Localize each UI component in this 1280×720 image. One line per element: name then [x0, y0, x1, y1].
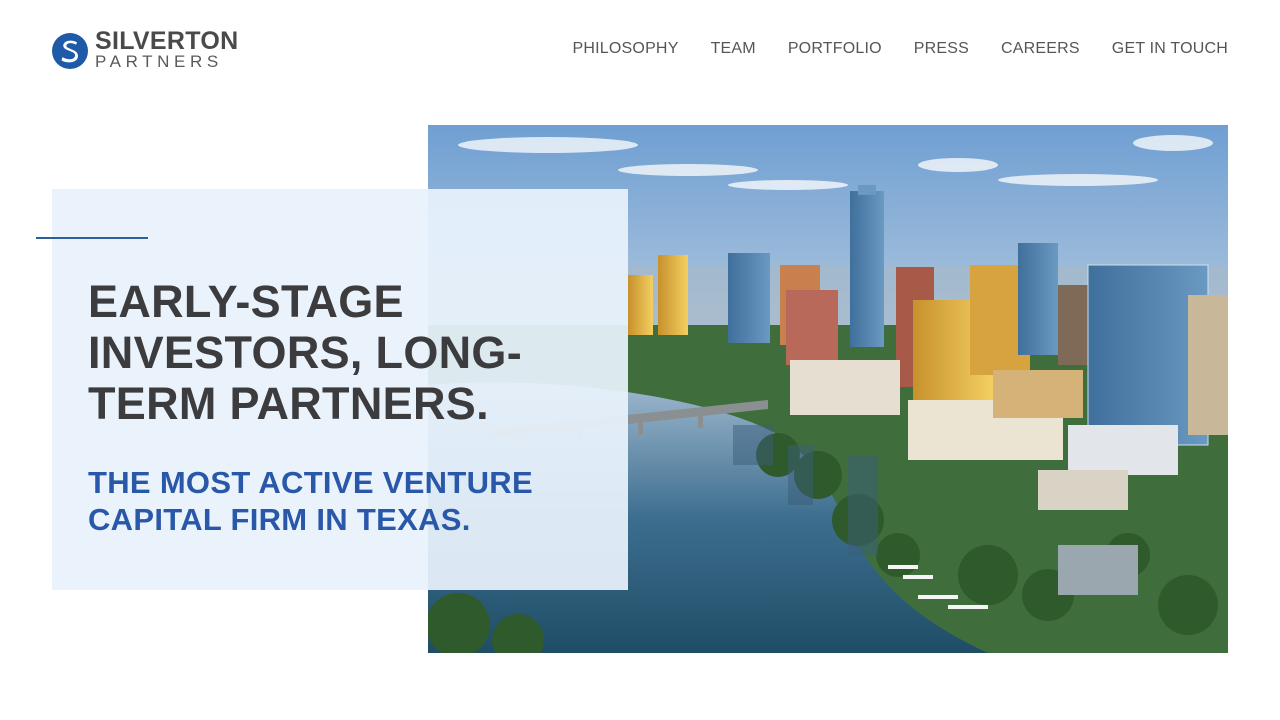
site-header: SILVERTON PARTNERS PHILOSOPHY TEAM PORTF…	[0, 0, 1280, 100]
nav-link-team[interactable]: TEAM	[711, 38, 756, 60]
brand-name-top: SILVERTON	[95, 27, 239, 55]
hero-headline: EARLY-STAGE INVESTORS, LONG-TERM PARTNER…	[88, 276, 523, 429]
main-nav: PHILOSOPHY TEAM PORTFOLIO PRESS CAREERS …	[573, 38, 1228, 60]
nav-link-press[interactable]: PRESS	[914, 38, 969, 60]
nav-link-get-in-touch[interactable]: GET IN TOUCH	[1112, 38, 1228, 60]
s-monogram-circle-icon	[52, 32, 88, 69]
nav-link-portfolio[interactable]: PORTFOLIO	[788, 38, 882, 60]
hero-subheadline: THE MOST ACTIVE VENTURE CAPITAL FIRM IN …	[88, 465, 533, 537]
hero-accent-line	[36, 237, 148, 239]
brand-logo[interactable]: SILVERTON PARTNERS	[52, 27, 239, 71]
nav-link-philosophy[interactable]: PHILOSOPHY	[573, 38, 679, 60]
nav-link-careers[interactable]: CAREERS	[1001, 38, 1080, 60]
brand-wordmark: SILVERTON PARTNERS	[95, 27, 239, 71]
brand-name-bottom: PARTNERS	[95, 52, 223, 71]
